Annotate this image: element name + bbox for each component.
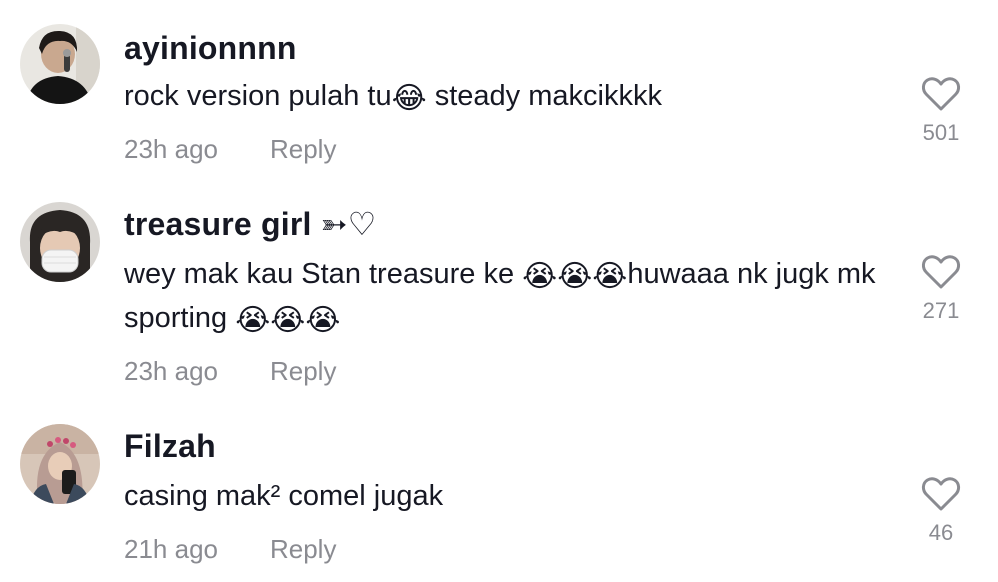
comment-username[interactable]: ayinionnnn: [124, 28, 297, 68]
reply-button[interactable]: Reply: [270, 134, 336, 164]
crying-face-emoji-icon: 😭😭😭: [235, 303, 341, 338]
like-count: 501: [922, 120, 960, 145]
laughing-tears-emoji-icon: 😂: [391, 81, 427, 116]
comment-meta: 23h ago Reply: [124, 134, 336, 164]
crying-face-emoji-icon: 😭😭😭: [522, 259, 628, 294]
comment-time: 23h ago: [124, 134, 218, 164]
comment-text: rock version pulah tu😂 steady makcikkkk: [124, 74, 894, 118]
comment-text: wey mak kau Stan treasure ke 😭😭😭huwaaa n…: [124, 252, 894, 340]
comment-item: ayinionnnn rock version pulah tu😂 steady…: [0, 0, 998, 190]
like-control: 46: [905, 476, 977, 546]
comment-text: casing mak² comel jugak: [124, 474, 894, 518]
avatar[interactable]: [20, 424, 100, 504]
masked-person-avatar-icon: [20, 202, 100, 282]
comment-item: treasure girl ➳♡ wey mak kau Stan treasu…: [0, 190, 998, 400]
avatar[interactable]: [20, 202, 100, 282]
comment-text-segment: casing mak² comel jugak: [124, 480, 444, 512]
heart-outline-icon[interactable]: [921, 254, 961, 290]
heart-outline-icon[interactable]: [921, 476, 961, 512]
comment-item: Filzah casing mak² comel jugak 21h ago Re…: [0, 400, 998, 582]
comment-username[interactable]: Filzah: [124, 426, 216, 466]
reply-button[interactable]: Reply: [270, 534, 336, 564]
comment-text-segment: rock version pulah tu: [124, 80, 392, 112]
reply-button[interactable]: Reply: [270, 356, 336, 386]
heart-outline-icon[interactable]: [921, 76, 961, 112]
person-holding-mic-avatar-icon: [20, 24, 100, 104]
like-count: 46: [928, 520, 954, 545]
like-count: 271: [922, 298, 960, 323]
like-control: 501: [905, 76, 977, 146]
comment-meta: 23h ago Reply: [124, 356, 336, 386]
avatar[interactable]: [20, 24, 100, 104]
comment-meta: 21h ago Reply: [124, 534, 336, 564]
comment-time: 21h ago: [124, 534, 218, 564]
comment-text-segment: steady makcikkkk: [426, 80, 662, 112]
comment-text-segment: wey mak kau Stan treasure ke: [124, 258, 523, 290]
comment-time: 23h ago: [124, 356, 218, 386]
comment-username[interactable]: treasure girl ➳♡: [124, 204, 377, 244]
like-control: 271: [905, 254, 977, 324]
hijab-selfie-avatar-icon: [20, 424, 100, 504]
